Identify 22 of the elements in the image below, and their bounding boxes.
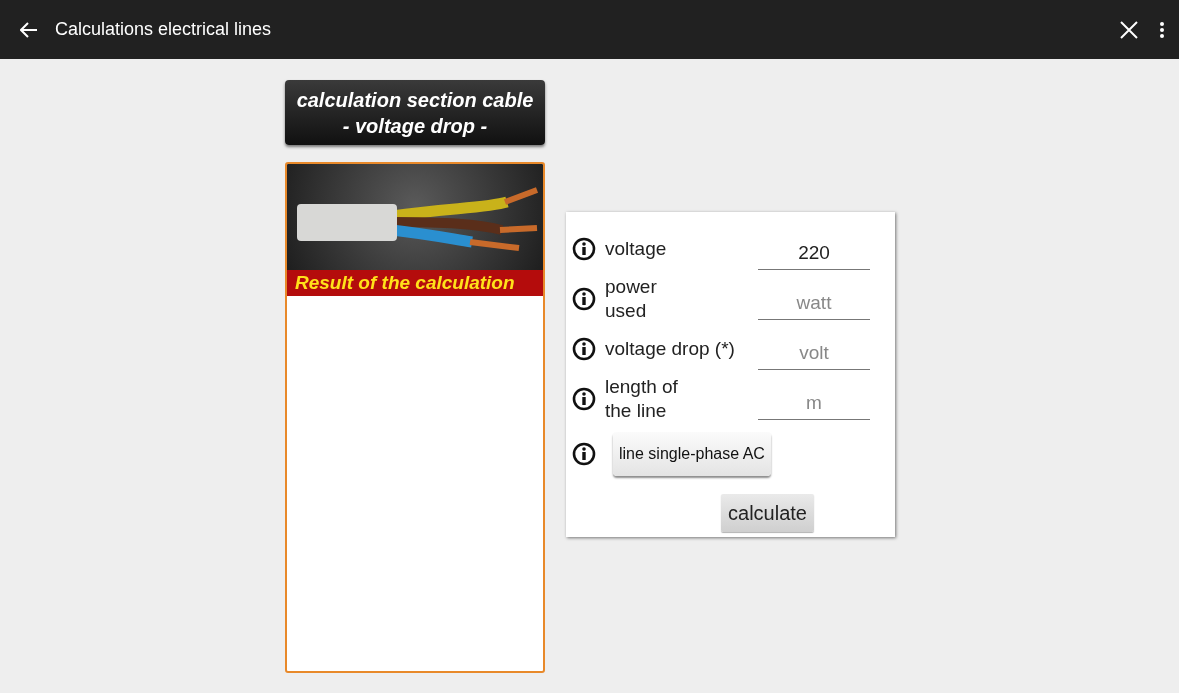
- field-label: voltage drop (*): [605, 337, 736, 361]
- calculate-button[interactable]: calculate: [721, 494, 814, 532]
- heading-line: - voltage drop -: [342, 113, 488, 139]
- info-icon[interactable]: [572, 337, 596, 361]
- heading-line: calculation section cable: [296, 87, 534, 113]
- app-title: Calculations electrical lines: [55, 18, 272, 41]
- field-label: voltage: [605, 237, 668, 261]
- input-field[interactable]: volt: [758, 336, 870, 370]
- more-options-icon[interactable]: [1160, 21, 1164, 38]
- back-arrow-icon[interactable]: [20, 20, 38, 39]
- info-icon[interactable]: [572, 442, 596, 466]
- info-icon[interactable]: [572, 287, 596, 311]
- input-field[interactable]: m: [758, 386, 870, 420]
- field-label: length of the line: [605, 375, 679, 423]
- input-field[interactable]: watt: [758, 286, 870, 320]
- line-type-button[interactable]: line single-phase AC: [613, 432, 771, 476]
- result-title: Result of the calculation: [287, 270, 543, 296]
- info-icon[interactable]: [572, 387, 596, 411]
- info-icon[interactable]: [572, 237, 596, 261]
- input-field[interactable]: 220: [758, 236, 870, 270]
- field-label: power used: [605, 275, 658, 323]
- close-icon[interactable]: [1120, 20, 1138, 39]
